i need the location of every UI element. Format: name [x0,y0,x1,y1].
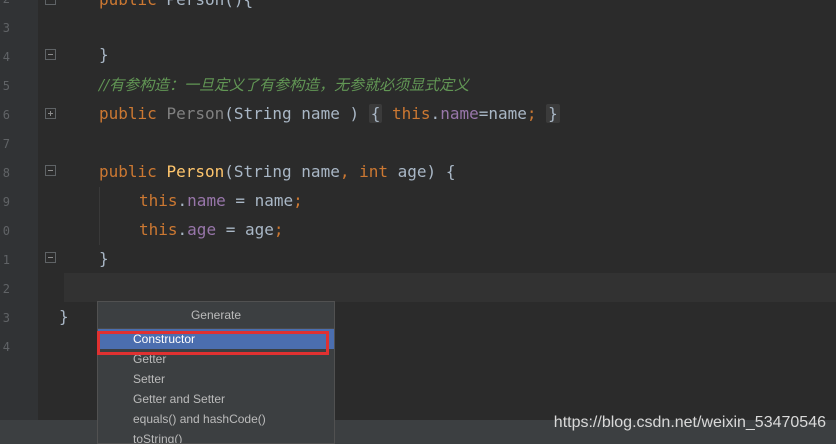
code-text: = name [225,191,294,210]
line-number: 1 [2,253,10,267]
fold-collapse-icon[interactable] [45,0,56,5]
code-line[interactable]: this.name = name; [139,186,303,215]
code-dot: . [430,104,441,123]
fold-collapse-icon[interactable] [45,252,56,263]
generate-item-getter-and-setter[interactable]: Getter and Setter [98,389,334,409]
folded-brace[interactable]: } [546,104,560,123]
popup-title: Generate [98,302,334,329]
generate-item-getter[interactable]: Getter [98,349,334,369]
code-dot: . [177,220,188,239]
line-number: 7 [2,137,10,151]
semicolon: ; [273,220,284,239]
code-line[interactable]: public Person(){ [99,0,253,14]
keyword: public [99,162,157,181]
code-line[interactable]: } [99,40,109,69]
code-params: (String name [224,162,340,181]
generate-item-constructor[interactable]: Constructor [98,329,334,349]
line-number: 5 [2,79,10,93]
code-line[interactable]: this.age = age; [139,215,284,244]
line-number: 8 [2,166,10,180]
line-number: 3 [2,21,10,35]
code-comment: //有参构造：一旦定义了有参构造，无参就必须显式定义 [99,76,470,94]
fold-column [38,0,64,444]
line-number-gutter: 2 3 4 5 6 7 8 9 0 1 2 3 4 5 [0,0,38,444]
field-name: name [187,191,226,210]
line-number: 0 [2,224,10,238]
keyword: public [99,104,157,123]
code-text: Person(){ [157,0,253,9]
code-line[interactable]: public Person(String name ) { this.name=… [99,99,560,128]
indent-guide [99,187,100,245]
this-keyword: this [139,191,178,210]
line-number: 4 [2,50,10,64]
constructor-name: Person [166,104,225,123]
keyword: public [99,0,157,9]
constructor-name: Person [166,162,225,181]
line-number: 4 [2,340,10,354]
folded-brace[interactable]: { [368,104,383,123]
closing-brace: } [99,45,109,64]
watermark-text: https://blog.csdn.net/weixin_53470546 [553,414,826,431]
code-dot: . [177,191,188,210]
type-keyword: int [359,162,389,181]
semicolon: ; [526,104,537,123]
semicolon: ; [293,191,303,210]
code-line[interactable]: public Person(String name, int age) { [99,157,455,186]
this-keyword: this [392,104,431,123]
current-line-highlight [64,273,836,302]
generate-item-equals-hashcode[interactable]: equals() and hashCode() [98,409,334,429]
field-name: name [440,104,479,123]
field-name: age [187,220,217,239]
code-params: (String name ) [224,104,360,123]
fold-collapse-icon[interactable] [45,49,56,60]
line-number: 2 [2,282,10,296]
line-number: 2 [0,0,10,14]
code-params: age) { [388,162,456,181]
fold-collapse-icon[interactable] [45,165,56,176]
code-line[interactable]: } [99,244,109,273]
code-comment-line[interactable]: //有参构造：一旦定义了有参构造，无参就必须显式定义 [99,70,469,99]
code-text: =name [478,104,527,123]
code-line[interactable]: } [59,302,69,331]
this-keyword: this [139,220,178,239]
generate-item-tostring[interactable]: toString() [98,429,334,443]
generate-popup: Generate Constructor Getter Setter Gette… [97,301,335,444]
fold-expand-icon[interactable] [45,108,56,119]
generate-item-setter[interactable]: Setter [98,369,334,389]
line-number: 6 [2,108,10,122]
code-text: = age [216,220,274,239]
closing-brace: } [99,249,109,268]
line-number: 3 [2,311,10,325]
closing-brace: } [59,307,69,326]
comma: , [339,162,350,181]
line-number: 9 [2,195,10,209]
